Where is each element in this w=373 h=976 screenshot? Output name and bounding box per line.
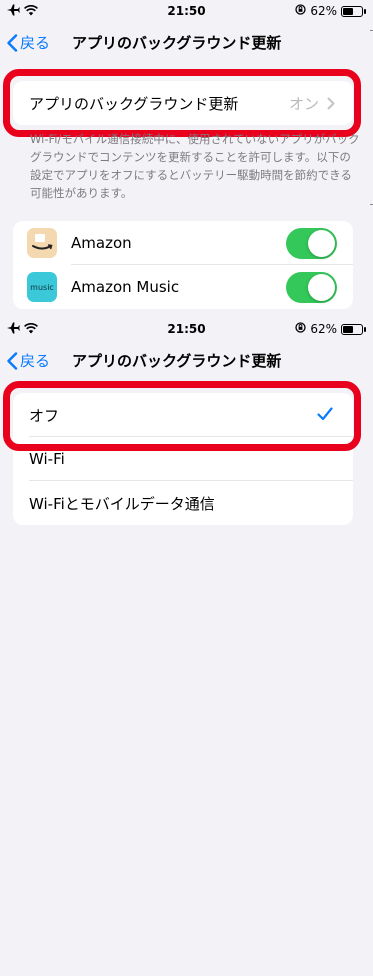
highlight-box xyxy=(3,69,361,137)
orientation-lock-icon xyxy=(295,4,306,18)
option-wifi-label: Wi-Fi xyxy=(29,450,65,468)
app-name-amazon-music: Amazon Music xyxy=(71,278,180,296)
app-list: Amazon music Amazon Music xyxy=(13,221,353,309)
highlight-box xyxy=(3,381,361,451)
amazon-music-refresh-toggle[interactable] xyxy=(286,272,337,303)
battery-icon xyxy=(341,5,366,17)
setting-description: Wi-Fi/モバイル通信接続中に、使用されていないアプリがバックグラウンドでコン… xyxy=(30,132,360,200)
navigation-bar: 戻る アプリのバックグラウンド更新 xyxy=(0,28,373,58)
chevron-left-icon xyxy=(7,33,18,52)
back-label: 戻る xyxy=(20,352,51,370)
status-bar: 21:50 62% xyxy=(0,0,373,24)
option-wifi-and-cellular-label: Wi-Fiとモバイルデータ通信 xyxy=(29,494,215,513)
option-wifi-and-cellular[interactable]: Wi-Fiとモバイルデータ通信 xyxy=(13,481,353,525)
amazon-music-app-icon: music xyxy=(27,272,57,302)
amazon-music-icon-text: music xyxy=(30,282,54,292)
page-title: アプリのバックグラウンド更新 xyxy=(72,352,282,370)
chevron-left-icon xyxy=(7,351,18,370)
battery-percent: 62% xyxy=(310,322,337,336)
settings-screen-main: 21:50 62% 戻る アプリのバックグラウンド更新 アプリのバックグラウンド… xyxy=(0,0,373,318)
orientation-lock-icon xyxy=(295,322,306,336)
battery-percent: 62% xyxy=(310,4,337,18)
battery-icon xyxy=(341,323,366,335)
status-bar: 21:50 62% xyxy=(0,318,373,342)
page-title: アプリのバックグラウンド更新 xyxy=(72,34,282,52)
back-button[interactable]: 戻る xyxy=(6,350,50,371)
app-row-amazon-music: music Amazon Music xyxy=(13,265,353,309)
amazon-refresh-toggle[interactable] xyxy=(286,228,337,259)
app-name-amazon: Amazon xyxy=(71,234,132,252)
back-button[interactable]: 戻る xyxy=(6,32,50,53)
navigation-bar: 戻る アプリのバックグラウンド更新 xyxy=(0,346,373,376)
amazon-app-icon xyxy=(27,228,57,258)
background-refresh-options-screen: 21:50 62% 戻る アプリのバックグラウンド更新 オフ Wi-Fi Wi-… xyxy=(0,318,373,976)
app-row-amazon: Amazon xyxy=(13,221,353,265)
back-label: 戻る xyxy=(20,34,51,52)
